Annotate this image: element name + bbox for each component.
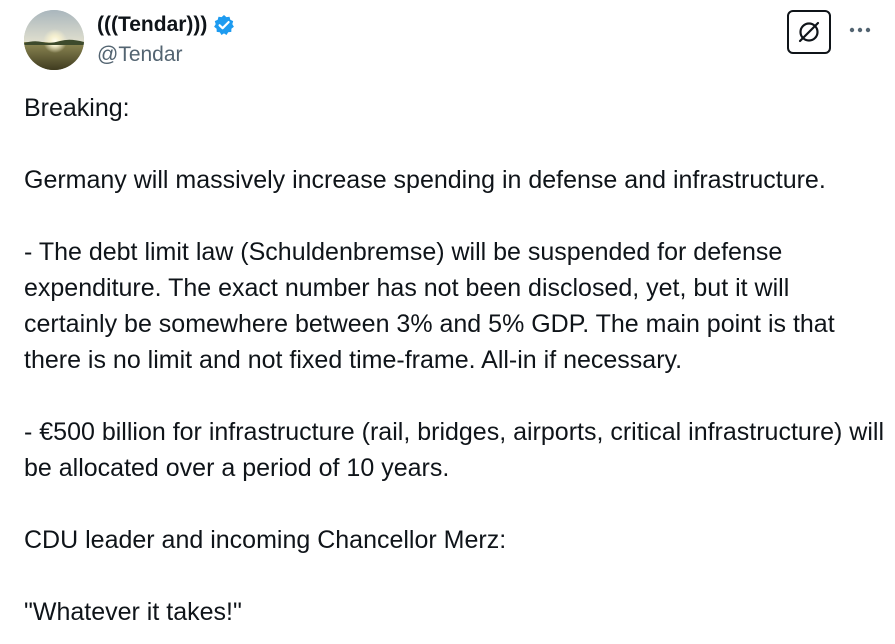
tweet-paragraph-germany: Germany will massively increase spending… [24, 166, 826, 194]
verified-badge-icon [213, 14, 235, 36]
tweet-paragraph-infrastructure: - €500 billion for infrastructure (rail,… [24, 418, 891, 482]
tweet-header: (((Tendar))) @Tendar [0, 0, 895, 80]
tweet-paragraph-debt-limit: - The debt limit law (Schuldenbremse) wi… [24, 238, 842, 374]
tweet-text: Breaking: Germany will massively increas… [24, 90, 884, 630]
grok-button[interactable] [787, 10, 831, 54]
avatar[interactable] [24, 10, 84, 70]
author-name-row: (((Tendar))) [97, 11, 235, 39]
more-dots-icon [849, 27, 871, 33]
tweet-paragraph-breaking: Breaking: [24, 94, 130, 122]
author-handle[interactable]: @Tendar [97, 41, 183, 69]
tweet-paragraph-quote: "Whatever it takes!" [24, 598, 242, 626]
author-display-name[interactable]: (((Tendar))) [97, 11, 207, 39]
more-options-button[interactable] [844, 14, 876, 46]
tweet-paragraph-merz: CDU leader and incoming Chancellor Merz: [24, 526, 507, 554]
grok-icon [798, 21, 820, 43]
sunset-field-avatar-image [24, 10, 84, 70]
